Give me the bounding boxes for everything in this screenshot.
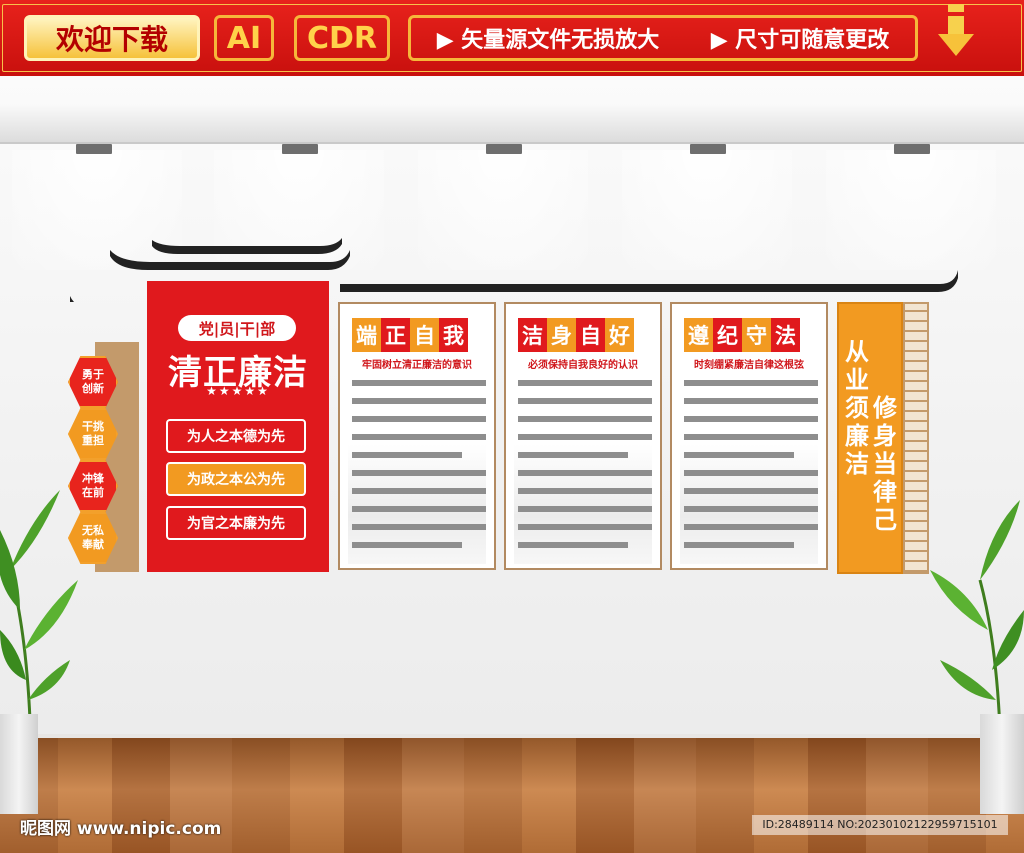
top-banner: 欢迎下载 AI CDR ▶ 矢量源文件无损放大 ▶ 尺寸可随意更改 bbox=[0, 0, 1024, 76]
text-board-2: 洁身自好 必须保持自我良好的认识 bbox=[504, 302, 662, 570]
feature-lossless: ▶ 矢量源文件无损放大 bbox=[436, 28, 660, 53]
spotlight bbox=[282, 144, 318, 154]
spotlight bbox=[486, 144, 522, 154]
motto-column-1: 从业须廉洁 bbox=[845, 338, 869, 478]
board-subtitle: 时刻绷紧廉洁自律这根弦 bbox=[694, 360, 804, 371]
orange-motto-panel: 从业须廉洁 修身当律己 bbox=[837, 302, 903, 574]
slogan-1: 为人之本德为先 bbox=[166, 419, 306, 453]
stars-decoration: ★★★★★ bbox=[206, 384, 270, 398]
down-arrow-icon[interactable] bbox=[936, 4, 976, 60]
spotlight bbox=[76, 144, 112, 154]
slogan-3: 为官之本廉为先 bbox=[166, 506, 306, 540]
fret-pattern-border bbox=[903, 302, 929, 574]
feature-resizable: ▶ 尺寸可随意更改 bbox=[710, 28, 890, 53]
right-plant-pot bbox=[980, 714, 1024, 814]
image-id-label: ID:28489114 NO:20230102122959715101 bbox=[752, 815, 1008, 835]
right-plant bbox=[930, 500, 1024, 731]
ceiling bbox=[0, 104, 1024, 144]
ai-format-badge: AI bbox=[214, 15, 274, 61]
left-plant bbox=[0, 490, 78, 721]
left-plant-pot bbox=[0, 714, 38, 814]
motto-column-2: 修身当律己 bbox=[873, 394, 897, 534]
text-board-3: 遵纪守法 时刻绷紧廉洁自律这根弦 bbox=[670, 302, 828, 570]
party-cadre-tag: 党|员|干|部 bbox=[178, 315, 296, 341]
slogan-2: 为政之本公为先 bbox=[166, 462, 306, 496]
board-subtitle: 必须保持自我良好的认识 bbox=[528, 360, 638, 371]
board-subtitle: 牢固树立清正廉洁的意识 bbox=[362, 360, 472, 371]
spotlight bbox=[894, 144, 930, 154]
spotlight bbox=[690, 144, 726, 154]
download-button[interactable]: 欢迎下载 bbox=[24, 15, 200, 61]
board-heading: 洁身自好 bbox=[518, 318, 634, 352]
feature-list: ▶ 矢量源文件无损放大 ▶ 尺寸可随意更改 bbox=[408, 15, 918, 61]
text-board-1: 端正自我 牢固树立清正廉洁的意识 bbox=[338, 302, 496, 570]
board-heading: 端正自我 bbox=[352, 318, 468, 352]
board-heading: 遵纪守法 bbox=[684, 318, 800, 352]
nipic-logo: 昵图网 www.nipic.com bbox=[20, 819, 222, 839]
cdr-format-badge: CDR bbox=[294, 15, 390, 61]
